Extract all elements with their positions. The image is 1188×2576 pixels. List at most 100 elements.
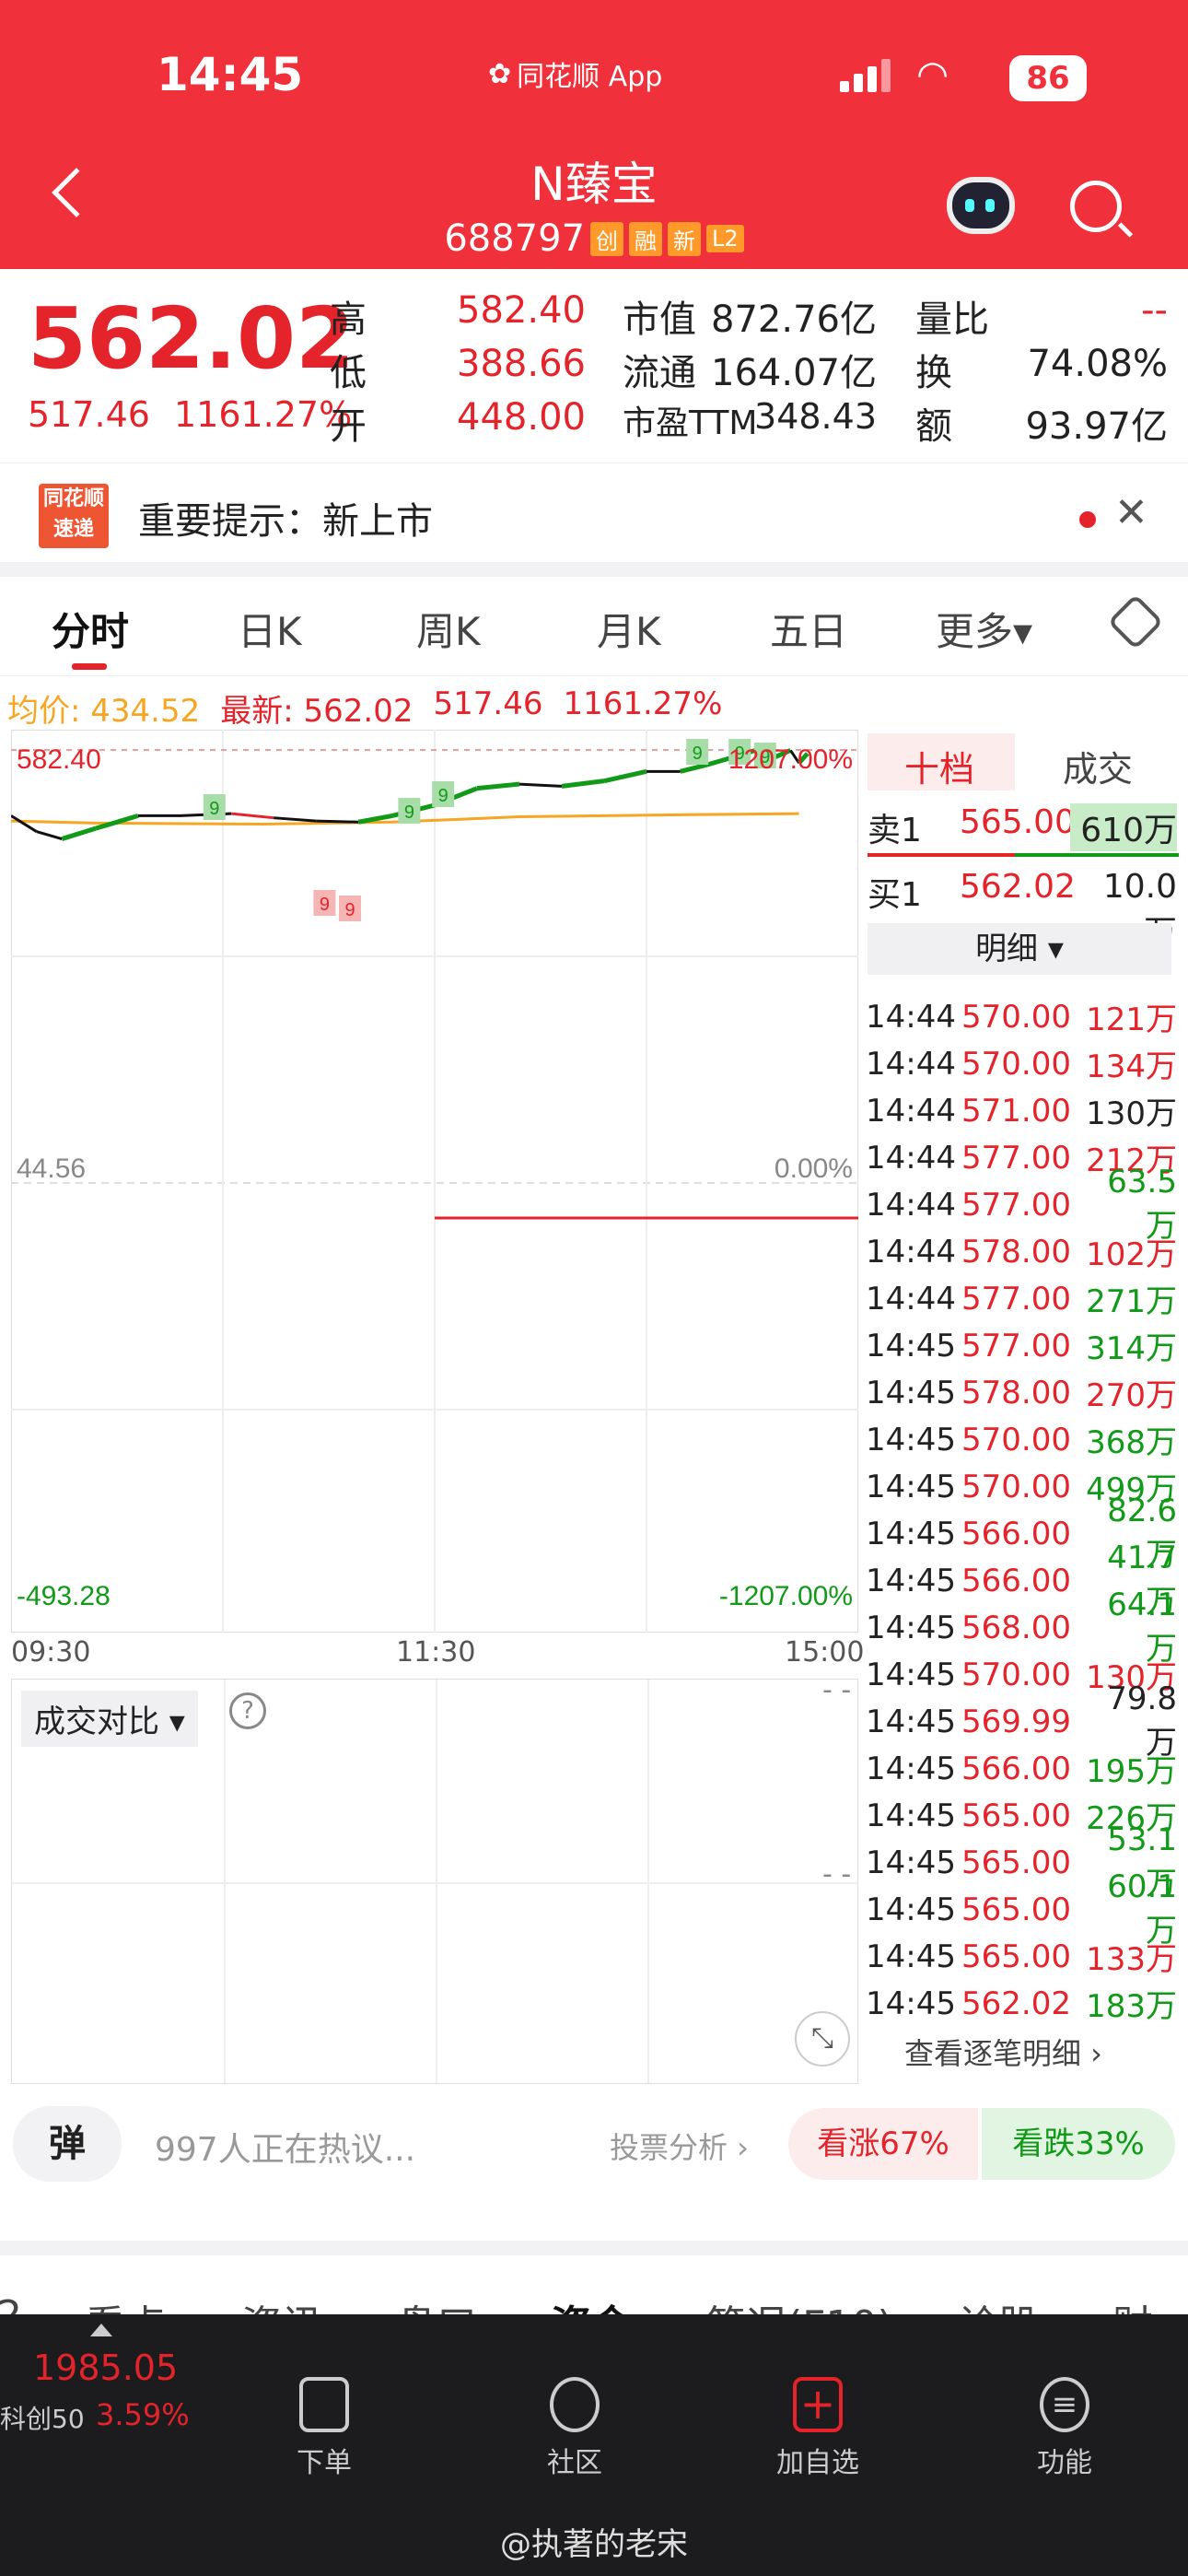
chart-tabs: 分时 日K 周K 月K 五日 更多▾ <box>0 577 1188 676</box>
detail-toggle[interactable]: 明细 ▾ <box>868 923 1171 975</box>
trade-time: 14:44 <box>866 1233 956 1270</box>
app-name: ✿ 同花顺 App <box>488 53 662 94</box>
bullish-button[interactable]: 看涨67% <box>788 2108 978 2180</box>
trade-row: 14:44 577.00 271万 <box>866 1275 1177 1322</box>
app-name-text: 同花顺 App <box>517 61 663 93</box>
tab-weekly-k[interactable]: 周K <box>416 601 481 657</box>
tab-five-day[interactable]: 五日 <box>770 601 847 657</box>
trade-volume: 270万 <box>1086 1377 1177 1414</box>
y-right-tick-mid: 0.00% <box>775 1153 853 1184</box>
buy-bar <box>1015 853 1179 857</box>
trade-time: 14:44 <box>866 998 956 1036</box>
x-tick-noon: 11:30 <box>396 1636 476 1669</box>
close-icon[interactable]: ✕ <box>1114 489 1148 536</box>
price-line-segment <box>518 782 563 788</box>
price-line-segment <box>36 830 63 841</box>
volume-dash-mid: - - <box>822 1858 852 1891</box>
divider <box>0 562 1188 577</box>
tab-ten-levels[interactable]: 十档 <box>904 741 974 791</box>
up-arrow-icon <box>90 2324 112 2336</box>
trade-volume: 314万 <box>1086 1330 1177 1367</box>
trade-price: 566.00 <box>961 1562 1071 1599</box>
trade-price: 571.00 <box>961 1092 1071 1130</box>
trade-time: 14:45 <box>866 1609 956 1646</box>
signal-marker: 9 <box>209 799 219 819</box>
volume-selector[interactable]: 成交对比 ▾ <box>21 1691 198 1747</box>
wifi-icon: ◠ <box>916 53 949 96</box>
trade-volume: 130万 <box>1086 1095 1177 1132</box>
trade-time: 14:45 <box>866 1891 956 1928</box>
trade-price: 570.00 <box>961 1421 1071 1458</box>
nav-order[interactable]: 下单 <box>260 2377 389 2480</box>
orderbook-panel: 十档 成交 卖1 565.00 610万 买1 562.02 10.0万 明细 … <box>862 730 1179 2071</box>
search-icon[interactable] <box>1070 181 1122 232</box>
notice-bar[interactable]: 同花顺 速递 重要提示：新上市 ✕ <box>0 463 1188 562</box>
trade-volume: 368万 <box>1086 1424 1177 1461</box>
robot-assistant-icon[interactable] <box>947 177 1015 234</box>
expand-icon[interactable]: ⤡ <box>795 2011 850 2067</box>
trade-price: 578.00 <box>961 1374 1071 1411</box>
comment-bar: 弹 997人正在热议... 投票分析 › 看涨67% 看跌33% <box>0 2102 1188 2191</box>
trade-volume: 134万 <box>1086 1048 1177 1085</box>
trade-price: 565.00 <box>961 1891 1071 1928</box>
trade-price: 566.00 <box>961 1750 1071 1787</box>
change-value: 517.46 <box>28 394 150 435</box>
settings-icon[interactable] <box>1107 593 1164 650</box>
intraday-chart[interactable]: 99999999 582.40 44.56 -493.28 1207.00% 0… <box>10 729 864 1669</box>
latest-value: 562.02 <box>303 693 413 730</box>
app-logo-icon: ✿ <box>488 57 512 90</box>
trade-time: 14:45 <box>866 1797 956 1834</box>
tab-trades[interactable]: 成交 <box>1063 741 1133 791</box>
trade-time: 14:45 <box>866 1750 956 1787</box>
price-line-segment <box>231 812 274 820</box>
tab-monthly-k[interactable]: 月K <box>597 601 661 657</box>
trade-price: 565.00 <box>961 1844 1071 1881</box>
change-percent: 1161.27% <box>173 394 353 435</box>
latest-change: 517.46 <box>433 685 543 722</box>
nav-community[interactable]: 社区 <box>510 2377 639 2480</box>
y-right-tick-top: 1207.00% <box>728 744 853 775</box>
signal-marker: 9 <box>438 786 448 806</box>
amount-label: 额 <box>915 405 952 448</box>
trade-time: 14:45 <box>866 1468 956 1505</box>
stock-code-row: 688797 创 融 新 L2 <box>0 217 1188 260</box>
status-time: 14:45 <box>157 48 304 101</box>
bearish-button[interactable]: 看跌33% <box>982 2108 1175 2180</box>
trade-row: 14:45 566.00 195万 <box>866 1745 1177 1792</box>
discussion-input[interactable]: 997人正在热议... <box>155 2123 415 2171</box>
danmaku-button[interactable]: 弹 <box>13 2106 122 2182</box>
open-label: 开 <box>330 405 367 448</box>
price-line-segment <box>680 763 707 774</box>
low-value: 388.66 <box>457 343 586 385</box>
index-value[interactable]: 1985.05 <box>33 2348 178 2388</box>
vote-analysis-link[interactable]: 投票分析 › <box>610 2125 749 2167</box>
nav-add-watchlist[interactable]: + 加自选 <box>753 2377 882 2480</box>
trade-volume: 121万 <box>1086 1001 1177 1038</box>
help-icon[interactable]: ? <box>229 1692 266 1729</box>
star-icon <box>550 2377 600 2432</box>
low-label: 低 <box>330 352 367 394</box>
nav-functions[interactable]: ≡ 功能 <box>1000 2377 1129 2480</box>
trade-time: 14:44 <box>866 1139 956 1177</box>
quote-panel: 562.02 517.46 1161.27% 高 582.40 低 388.66 … <box>0 269 1188 463</box>
latest-pct: 1161.27% <box>563 685 723 722</box>
tab-daily-k[interactable]: 日K <box>238 601 302 657</box>
sell1-volume: 610万 <box>1070 803 1177 851</box>
pe-value: 348.43 <box>754 396 877 437</box>
trade-time: 14:44 <box>866 1045 956 1083</box>
trade-price: 570.00 <box>961 1656 1071 1693</box>
tag-l2: L2 <box>706 225 744 252</box>
price-line-segment <box>603 768 647 784</box>
trade-time: 14:45 <box>866 1985 956 2022</box>
trade-row: 14:45 565.00 60.1万 <box>866 1868 1177 1950</box>
trade-price: 577.00 <box>961 1327 1071 1364</box>
turnover-label: 换 <box>915 352 952 394</box>
watermark: @执著的老宋 <box>500 2526 688 2563</box>
signal-marker: 9 <box>693 744 703 764</box>
more-trades-link[interactable]: 查看逐笔明细 › <box>904 2031 1102 2073</box>
trade-price: 570.00 <box>961 998 1071 1036</box>
x-tick-open: 09:30 <box>11 1636 91 1669</box>
trade-volume: 183万 <box>1086 1988 1177 2025</box>
tab-more[interactable]: 更多▾ <box>936 601 1032 657</box>
tab-intraday[interactable]: 分时 <box>52 601 129 657</box>
